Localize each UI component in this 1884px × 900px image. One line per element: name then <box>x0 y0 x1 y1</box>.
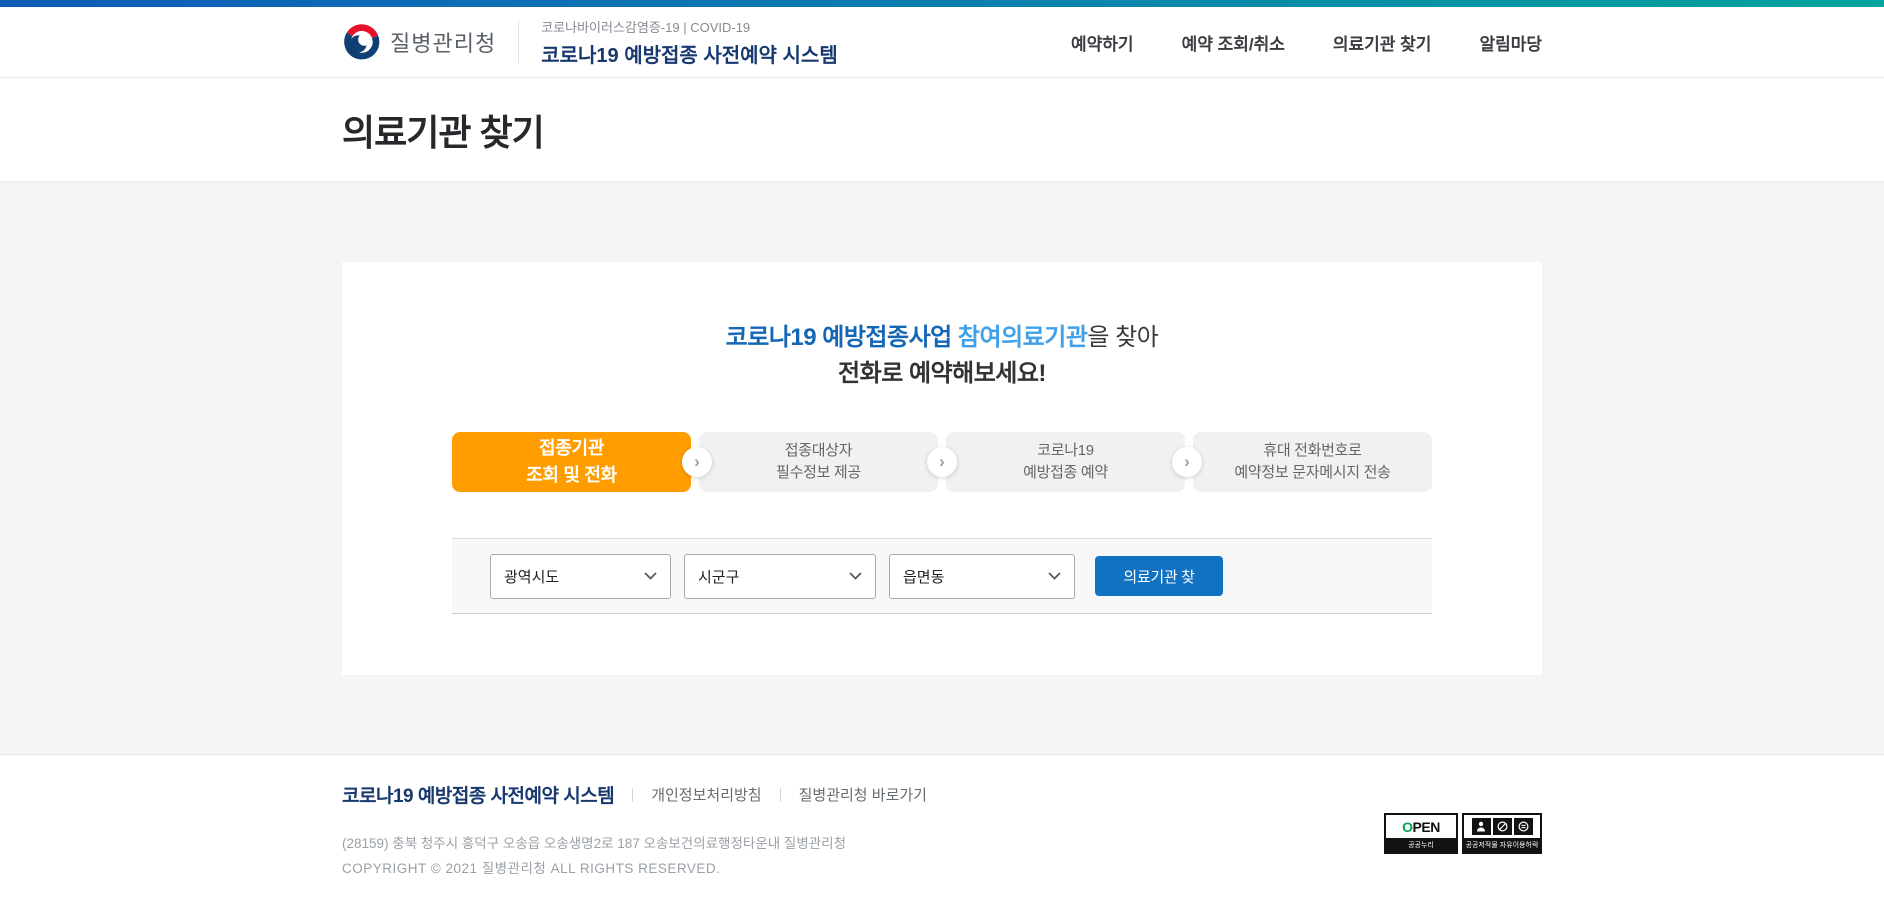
system-subtitle: 코로나바이러스감염증-19 | COVID-19 <box>541 17 838 36</box>
kogl-no-derivatives-icon <box>1514 818 1533 835</box>
step-1-line1: 접종기관 <box>539 435 604 462</box>
select-province[interactable]: 광역시도 <box>490 554 671 599</box>
kogl-attribution-icon <box>1472 818 1491 835</box>
nav-item-find-institution[interactable]: 의료기관 찾기 <box>1333 30 1432 55</box>
step-2-provide-info: 접종대상자 필수정보 제공 <box>699 432 938 492</box>
footer-links-row: 코로나19 예방접종 사전예약 시스템 개인정보처리방침 질병관리청 바로가기 <box>342 781 1542 808</box>
kdca-logo[interactable]: 질병관리청 <box>342 23 496 61</box>
headline-part2: 참여의료기관 <box>958 324 1087 351</box>
chevron-right-icon: › <box>682 447 712 477</box>
step-3-line1: 코로나19 <box>1037 440 1094 463</box>
step-2-line1: 접종대상자 <box>785 440 853 463</box>
step-3-make-reservation: 코로나19 예방접종 예약 <box>946 432 1185 492</box>
select-district[interactable]: 시군구 <box>684 554 876 599</box>
step-2-line2: 필수정보 제공 <box>776 462 861 485</box>
header: 질병관리청 코로나바이러스감염증-19 | COVID-19 코로나19 예방접… <box>0 7 1884 78</box>
step-4-line1: 휴대 전화번호로 <box>1263 440 1361 463</box>
page-title: 의료기관 찾기 <box>342 112 544 153</box>
chevron-down-icon <box>849 572 862 580</box>
headline-line2: 전화로 예약해보세요! <box>342 356 1542 392</box>
kogl-no-commercial-icon <box>1493 818 1512 835</box>
headline-line1: 코로나19 예방접종사업 참여의료기관을 찾아 <box>342 320 1542 356</box>
main-nav: 예약하기 예약 조회/취소 의료기관 찾기 알림마당 <box>1071 30 1542 55</box>
chevron-down-icon <box>1048 572 1061 580</box>
chevron-right-icon: › <box>1172 447 1202 477</box>
step-3-line2: 예방접종 예약 <box>1023 462 1108 485</box>
select-town-value: 읍면동 <box>903 566 944 587</box>
step-4-line2: 예약정보 문자메시지 전송 <box>1234 462 1390 485</box>
kogl-license-badge: 공공저작물 자유이용허락 <box>1462 813 1542 854</box>
header-divider <box>518 21 519 63</box>
footer-link-privacy[interactable]: 개인정보처리방침 <box>651 784 761 805</box>
select-town[interactable]: 읍면동 <box>889 554 1075 599</box>
footer-system-title[interactable]: 코로나19 예방접종 사전예약 시스템 <box>342 781 614 808</box>
kdca-emblem-icon <box>342 23 380 61</box>
open-badge-label: 공공누리 <box>1386 838 1456 852</box>
footer-divider <box>780 788 781 802</box>
nav-item-lookup-cancel[interactable]: 예약 조회/취소 <box>1182 30 1285 55</box>
headline-part1: 코로나19 예방접종사업 <box>726 324 958 351</box>
top-gradient-bar <box>0 0 1884 7</box>
chevron-down-icon <box>644 572 657 580</box>
open-kogl-badge: OPEN 공공누리 <box>1384 813 1458 854</box>
nav-item-notice[interactable]: 알림마당 <box>1479 30 1542 55</box>
step-1-line2: 조회 및 전화 <box>526 462 617 489</box>
process-steps: 접종기관 조회 및 전화 접종대상자 필수정보 제공 코로나19 예방접종 예약… <box>452 432 1432 492</box>
content-section: 코로나19 예방접종사업 참여의료기관을 찾아 전화로 예약해보세요! 접종기관… <box>0 181 1884 755</box>
page-title-band: 의료기관 찾기 <box>0 78 1884 181</box>
headline-part3: 을 찾아 <box>1087 324 1158 351</box>
open-badge-text: OPEN <box>1402 819 1440 835</box>
footer-address: (28159) 충북 청주시 흥덕구 오송읍 오송생명2로 187 오송보건의료… <box>342 832 1542 852</box>
step-4-sms-confirmation: 휴대 전화번호로 예약정보 문자메시지 전송 <box>1193 432 1432 492</box>
footer-divider <box>632 788 633 802</box>
system-title-block: 코로나바이러스감염증-19 | COVID-19 코로나19 예방접종 사전예약… <box>541 17 838 68</box>
kogl-license-label: 공공저작물 자유이용허락 <box>1464 838 1540 852</box>
select-province-value: 광역시도 <box>504 566 559 587</box>
footer: 코로나19 예방접종 사전예약 시스템 개인정보처리방침 질병관리청 바로가기 … <box>0 755 1884 900</box>
logo-text: 질병관리청 <box>390 26 496 58</box>
system-title: 코로나19 예방접종 사전예약 시스템 <box>541 39 838 68</box>
content-card: 코로나19 예방접종사업 참여의료기관을 찾아 전화로 예약해보세요! 접종기관… <box>342 262 1542 675</box>
select-district-value: 시군구 <box>698 566 739 587</box>
chevron-right-icon: › <box>927 447 957 477</box>
footer-link-kdca[interactable]: 질병관리청 바로가기 <box>799 784 927 805</box>
nav-item-reserve[interactable]: 예약하기 <box>1071 30 1134 55</box>
footer-copyright: COPYRIGHT © 2021 질병관리청 ALL RIGHTS RESERV… <box>342 857 1542 877</box>
certification-badges: OPEN 공공누리 공공저작물 자유이용허락 <box>1384 813 1542 854</box>
step-1-find-and-call: 접종기관 조회 및 전화 <box>452 432 691 492</box>
region-search-bar: 광역시도 시군구 읍면동 의료기관 찾 <box>452 538 1432 614</box>
headline: 코로나19 예방접종사업 참여의료기관을 찾아 전화로 예약해보세요! <box>342 320 1542 392</box>
find-institution-button[interactable]: 의료기관 찾 <box>1095 556 1223 596</box>
